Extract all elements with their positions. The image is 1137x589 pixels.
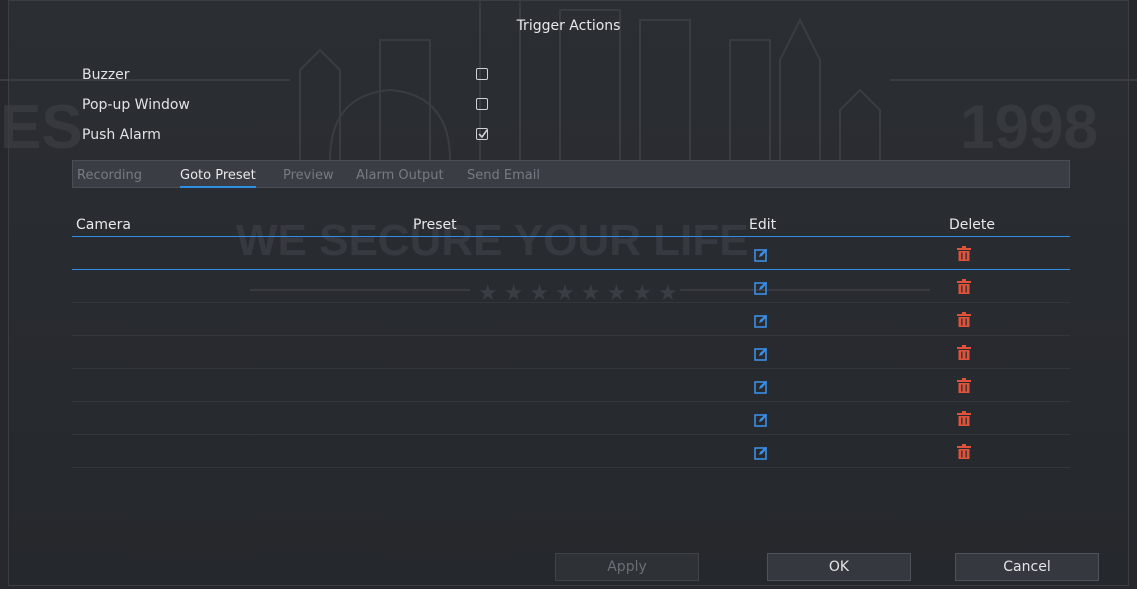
edit-icon[interactable] [754, 280, 768, 295]
table-row[interactable] [72, 369, 1070, 402]
buzzer-label: Buzzer [82, 67, 130, 83]
trash-icon[interactable] [957, 345, 971, 360]
push-alarm-checkbox[interactable] [476, 128, 488, 140]
trash-icon[interactable] [957, 378, 971, 393]
table-body [72, 237, 1070, 468]
edit-icon[interactable] [754, 412, 768, 427]
buzzer-checkbox[interactable] [476, 68, 488, 80]
tab-goto-preset[interactable]: Goto Preset [180, 168, 256, 188]
table-row[interactable] [72, 435, 1070, 468]
edit-icon[interactable] [754, 247, 768, 262]
push-alarm-label: Push Alarm [82, 127, 161, 143]
ok-button[interactable]: OK [767, 553, 911, 581]
trash-icon[interactable] [957, 279, 971, 294]
table-header: Camera Preset Edit Delete [72, 216, 1070, 237]
edit-icon[interactable] [754, 346, 768, 361]
trash-icon[interactable] [957, 246, 971, 261]
action-tabs: Recording Goto Preset Preview Alarm Outp… [72, 160, 1070, 188]
edit-icon[interactable] [754, 379, 768, 394]
tab-alarm-output[interactable]: Alarm Output [356, 168, 444, 183]
column-delete: Delete [949, 217, 995, 233]
tab-goto-preset-label: Goto Preset [180, 168, 256, 183]
column-camera: Camera [76, 217, 131, 233]
column-preset: Preset [413, 217, 457, 233]
option-buzzer[interactable]: Buzzer [82, 67, 502, 87]
table-row[interactable] [72, 402, 1070, 435]
table-row[interactable] [72, 237, 1070, 270]
table-row[interactable] [72, 270, 1070, 303]
cancel-button[interactable]: Cancel [955, 553, 1099, 581]
dialog-title: Trigger Actions [516, 18, 621, 34]
trash-icon[interactable] [957, 444, 971, 459]
tab-send-email[interactable]: Send Email [467, 168, 540, 183]
apply-button[interactable]: Apply [555, 553, 699, 581]
edit-icon[interactable] [754, 445, 768, 460]
table-row[interactable] [72, 336, 1070, 369]
option-push-alarm[interactable]: Push Alarm [82, 127, 502, 147]
edit-icon[interactable] [754, 313, 768, 328]
table-row[interactable] [72, 303, 1070, 336]
tab-preview[interactable]: Preview [283, 168, 334, 183]
trash-icon[interactable] [957, 411, 971, 426]
active-tab-indicator [180, 186, 256, 188]
tab-recording[interactable]: Recording [77, 168, 142, 183]
column-edit: Edit [749, 217, 777, 233]
option-popup-window[interactable]: Pop-up Window [82, 97, 502, 117]
check-icon [478, 129, 488, 139]
popup-window-checkbox[interactable] [476, 98, 488, 110]
popup-window-label: Pop-up Window [82, 97, 190, 113]
trash-icon[interactable] [957, 312, 971, 327]
